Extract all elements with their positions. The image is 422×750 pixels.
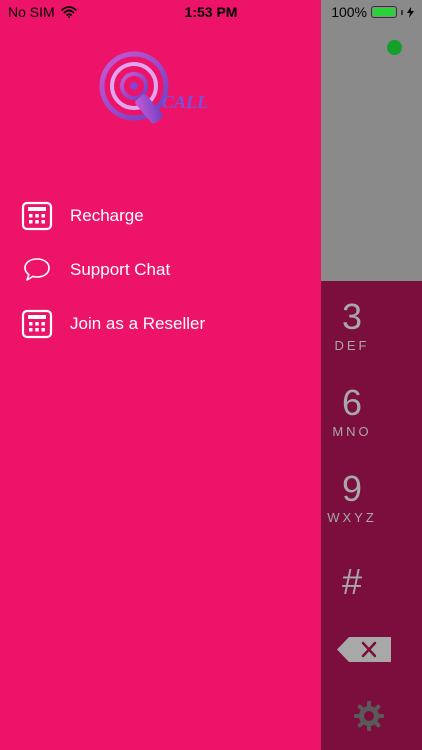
menu-item-join-reseller[interactable]: Join as a Reseller [20, 305, 300, 343]
charging-bolt-icon [407, 6, 414, 18]
backspace-icon[interactable] [337, 637, 391, 662]
menu-item-recharge[interactable]: Recharge [20, 197, 300, 235]
gear-icon[interactable] [353, 700, 385, 732]
dial-key-digit: # [341, 561, 363, 602]
dial-key-letters: DEF [334, 338, 370, 353]
battery-icon [371, 6, 397, 18]
dial-key-digit: 9 [341, 468, 363, 509]
navigation-drawer: CALL Recharge Support Chat Join as a Res… [0, 0, 321, 750]
dial-key-digit: 3 [341, 296, 363, 337]
logo-text: CALL [162, 92, 208, 112]
status-right: 100% [331, 4, 414, 20]
status-bar: No SIM 1:53 PM 100% [0, 0, 422, 24]
dial-key-letters: MNO [332, 424, 372, 439]
dial-key-9[interactable]: 9 WXYZ [322, 468, 382, 526]
dial-key-hash[interactable]: # [322, 563, 382, 601]
menu-item-label: Support Chat [70, 260, 171, 279]
battery-fill [373, 8, 395, 16]
chat-bubble-icon [20, 253, 54, 287]
dial-key-3[interactable]: 3 DEF [322, 296, 382, 354]
menu-item-label: Join as a Reseller [70, 314, 206, 333]
menu-item-label: Recharge [70, 206, 144, 225]
dial-key-6[interactable]: 6 MNO [322, 382, 382, 440]
battery-percentage: 100% [331, 4, 367, 20]
dial-key-digit: 6 [341, 382, 363, 423]
battery-tip [401, 9, 403, 15]
dial-key-letters: WXYZ [327, 510, 377, 525]
menu-item-support-chat[interactable]: Support Chat [20, 251, 300, 289]
calculator-icon [20, 199, 54, 233]
online-status-indicator [387, 40, 402, 55]
app-logo: CALL [99, 51, 208, 124]
calculator-icon [20, 307, 54, 341]
